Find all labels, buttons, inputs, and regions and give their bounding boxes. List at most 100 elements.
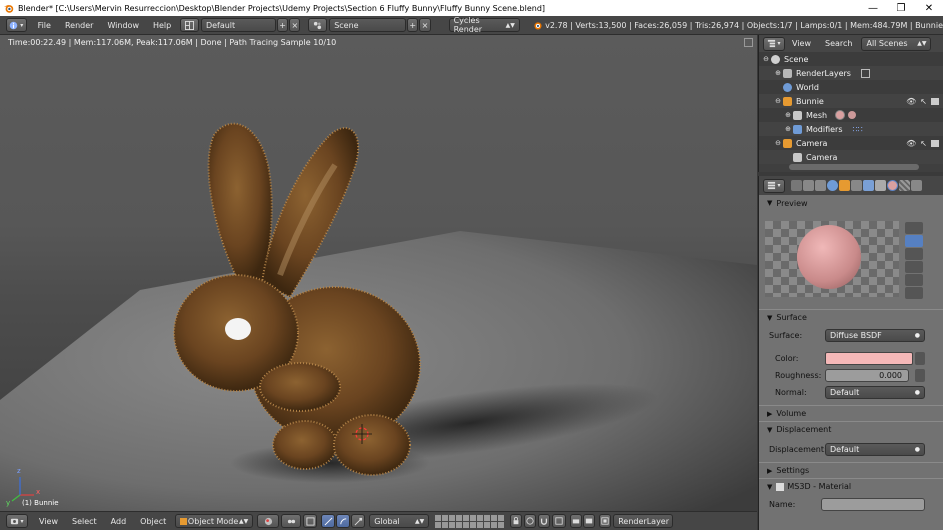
translate-manipulator-button[interactable] bbox=[321, 514, 336, 528]
menu-render[interactable]: Render bbox=[58, 21, 100, 30]
scene-icon-button[interactable] bbox=[308, 18, 328, 32]
outliner-row-world[interactable]: World bbox=[759, 80, 943, 94]
collapse-icon[interactable]: ⊖ bbox=[761, 55, 771, 63]
opengl-render-button[interactable] bbox=[570, 514, 583, 528]
roughness-slider[interactable]: 0.000 bbox=[825, 369, 909, 382]
visibility-eye-icon[interactable]: 👁 bbox=[906, 139, 916, 148]
add-scene-button[interactable]: + bbox=[407, 18, 419, 32]
particles-icon[interactable]: ∷∷ bbox=[853, 125, 863, 134]
3d-viewport[interactable]: x z y Time:00:22.49 | Mem:117.06M, Peak:… bbox=[0, 35, 757, 511]
opengl-anim-button[interactable] bbox=[583, 514, 596, 528]
menu-window[interactable]: Window bbox=[100, 21, 146, 30]
collapse-icon[interactable]: ⊖ bbox=[773, 139, 783, 147]
layers-grid[interactable] bbox=[435, 514, 505, 528]
render-layer-toggle-icon[interactable] bbox=[860, 68, 870, 78]
outliner-row-scene[interactable]: ⊖ Scene bbox=[759, 52, 943, 66]
surface-shader-dropdown[interactable]: Diffuse BSDF ● bbox=[825, 329, 925, 342]
displacement-panel-header[interactable]: ▼ Displacement bbox=[759, 421, 943, 437]
menu-select[interactable]: Select bbox=[65, 517, 104, 526]
outliner-row-camera[interactable]: ⊖ Camera 👁 ↖ bbox=[759, 136, 943, 150]
render-camera-icon[interactable] bbox=[931, 139, 939, 147]
visibility-eye-icon[interactable]: 👁 bbox=[906, 97, 916, 106]
ms3d-panel-header[interactable]: ▼ MS3D - Material bbox=[759, 478, 943, 494]
settings-panel-header[interactable]: ▶ Settings bbox=[759, 462, 943, 478]
outliner-row-camera-data[interactable]: Camera bbox=[759, 150, 943, 164]
preview-monkey-icon[interactable] bbox=[905, 261, 923, 273]
outliner-row-renderlayers[interactable]: ⊕ RenderLayers bbox=[759, 66, 943, 80]
outliner-menu-search[interactable]: Search bbox=[818, 39, 859, 48]
expand-icon[interactable]: ⊕ bbox=[783, 125, 793, 133]
proportional-edit-button[interactable] bbox=[524, 514, 537, 528]
layout-field[interactable]: Default bbox=[200, 18, 276, 32]
preview-world-icon[interactable] bbox=[905, 287, 923, 299]
viewport-shading-button[interactable] bbox=[257, 514, 280, 528]
material-sphere-icon[interactable] bbox=[848, 111, 857, 119]
menu-object[interactable]: Object bbox=[133, 517, 173, 526]
snap-element-button[interactable] bbox=[552, 514, 567, 528]
tab-render-icon[interactable] bbox=[791, 180, 802, 191]
transform-orientation-dropdown[interactable]: Global ▲▼ bbox=[369, 514, 430, 528]
outliner-filter-dropdown[interactable]: All Scenes ▲▼ bbox=[861, 36, 932, 51]
add-layout-button[interactable]: + bbox=[276, 18, 289, 32]
manipulator-toggle-button[interactable] bbox=[303, 514, 318, 528]
name-input[interactable] bbox=[821, 498, 925, 511]
editor-type-properties-button[interactable]: ▾ bbox=[763, 178, 785, 193]
surface-panel-header[interactable]: ▼ Surface bbox=[759, 309, 943, 325]
normal-dropdown[interactable]: Default ● bbox=[825, 386, 925, 399]
render-layer-icon-button[interactable] bbox=[599, 514, 612, 528]
render-engine-dropdown[interactable]: Cycles Render ▲▼ bbox=[448, 16, 520, 34]
tab-object-icon[interactable] bbox=[839, 180, 850, 191]
tab-world-icon[interactable] bbox=[827, 180, 838, 191]
color-swatch[interactable] bbox=[825, 352, 913, 365]
tab-data-icon[interactable] bbox=[875, 180, 886, 191]
scale-manipulator-button[interactable] bbox=[351, 514, 366, 528]
material-sphere-icon[interactable] bbox=[835, 110, 846, 120]
preview-flat-icon[interactable] bbox=[905, 222, 923, 234]
viewport-corner-widget[interactable] bbox=[744, 38, 753, 47]
tab-particles-icon[interactable] bbox=[911, 180, 922, 191]
menu-help[interactable]: Help bbox=[146, 21, 178, 30]
render-camera-icon[interactable] bbox=[931, 97, 939, 105]
tab-texture-icon[interactable] bbox=[899, 180, 910, 191]
outliner-row-mesh[interactable]: ⊕ Mesh bbox=[759, 108, 943, 122]
mode-dropdown[interactable]: Object Mode ▲▼ bbox=[175, 514, 254, 528]
node-link-button[interactable] bbox=[915, 352, 925, 365]
preview-cube-icon[interactable] bbox=[905, 248, 923, 260]
outliner-row-bunnie[interactable]: ⊖ Bunnie 👁 ↖ bbox=[759, 94, 943, 108]
rotate-manipulator-button[interactable] bbox=[336, 514, 351, 528]
expand-icon[interactable]: ⊕ bbox=[773, 69, 783, 77]
editor-type-3d-button[interactable]: ▾ bbox=[6, 514, 28, 528]
tab-scene-icon[interactable] bbox=[815, 180, 826, 191]
menu-view[interactable]: View bbox=[32, 517, 65, 526]
select-arrow-icon[interactable]: ↖ bbox=[920, 139, 927, 148]
screen-layout-icon-button[interactable] bbox=[180, 18, 199, 32]
close-button[interactable]: ✕ bbox=[915, 3, 943, 14]
lock-camera-button[interactable] bbox=[510, 514, 523, 528]
preview-hair-icon[interactable] bbox=[905, 274, 923, 286]
select-arrow-icon[interactable]: ↖ bbox=[920, 97, 927, 106]
minimize-button[interactable]: — bbox=[859, 3, 887, 14]
editor-type-outliner-button[interactable]: ▾ bbox=[763, 36, 785, 51]
outliner-scrollbar[interactable] bbox=[789, 164, 919, 170]
render-layer-field[interactable]: RenderLayer bbox=[613, 514, 674, 528]
preview-panel-header[interactable]: ▼ Preview bbox=[759, 195, 943, 211]
displacement-dropdown[interactable]: Default ● bbox=[825, 443, 925, 456]
expand-icon[interactable]: ⊕ bbox=[783, 111, 793, 119]
node-link-button[interactable] bbox=[915, 369, 925, 382]
outliner-menu-view[interactable]: View bbox=[785, 39, 818, 48]
menu-file[interactable]: File bbox=[31, 21, 58, 30]
remove-layout-button[interactable]: × bbox=[289, 18, 301, 32]
scene-field[interactable]: Scene bbox=[329, 18, 407, 32]
remove-scene-button[interactable]: × bbox=[419, 18, 431, 32]
tab-modifiers-icon[interactable] bbox=[863, 180, 874, 191]
tab-render-layers-icon[interactable] bbox=[803, 180, 814, 191]
preview-sphere-icon[interactable] bbox=[905, 235, 923, 247]
editor-type-info-button[interactable]: ▾ bbox=[6, 18, 27, 32]
maximize-button[interactable]: ❐ bbox=[887, 3, 915, 14]
menu-add[interactable]: Add bbox=[104, 517, 134, 526]
snap-toggle-button[interactable] bbox=[538, 514, 551, 528]
pivot-point-button[interactable] bbox=[281, 514, 302, 528]
volume-panel-header[interactable]: ▶ Volume bbox=[759, 405, 943, 421]
collapse-icon[interactable]: ⊖ bbox=[773, 97, 783, 105]
outliner-row-modifiers[interactable]: ⊕ Modifiers ∷∷ bbox=[759, 122, 943, 136]
